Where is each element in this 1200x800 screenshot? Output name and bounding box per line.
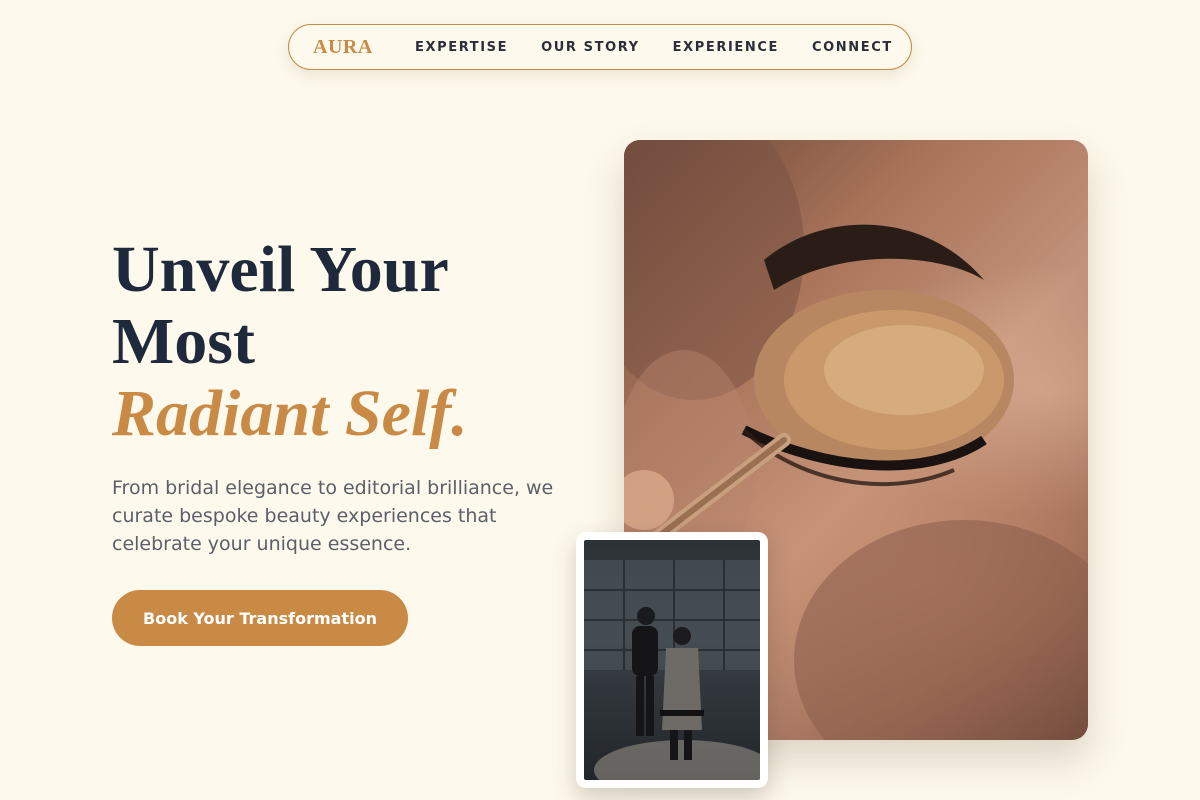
makeup-session-illustration <box>584 560 760 780</box>
nav-links: EXPERTISE OUR STORY EXPERIENCE CONNECT <box>415 40 893 55</box>
inset-image-makeup-session <box>584 540 760 780</box>
hero-subtext: From bridal elegance to editorial brilli… <box>112 477 554 555</box>
inset-image-frame <box>576 532 768 788</box>
headline-accent: Radiant Self. <box>112 377 468 450</box>
headline-line-1: Unveil Your <box>112 233 449 306</box>
nav-link-connect[interactable]: CONNECT <box>812 40 893 55</box>
top-navigation: AURA EXPERTISE OUR STORY EXPERIENCE CONN… <box>288 24 912 70</box>
book-transformation-button[interactable]: Book Your Transformation <box>112 590 408 646</box>
brand-logo[interactable]: AURA <box>313 36 373 59</box>
nav-link-experience[interactable]: EXPERIENCE <box>673 40 779 55</box>
nav-link-expertise[interactable]: EXPERTISE <box>415 40 508 55</box>
headline-line-2: Most <box>112 305 255 378</box>
hero-headline: Unveil Your Most Radiant Self. <box>112 234 572 450</box>
nav-link-our-story[interactable]: OUR STORY <box>541 40 640 55</box>
